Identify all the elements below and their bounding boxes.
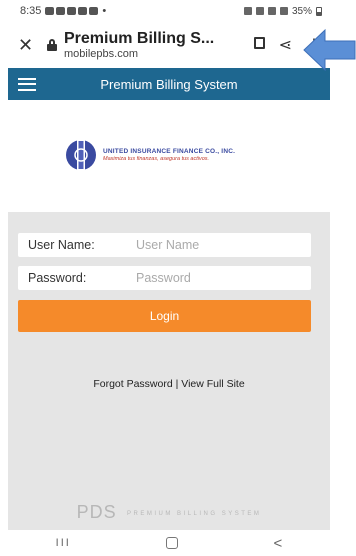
battery-percent: 35%: [291, 5, 312, 17]
status-dot: •: [102, 5, 107, 17]
back-icon[interactable]: <: [274, 535, 283, 552]
close-icon[interactable]: ✕: [18, 35, 38, 56]
password-label: Password:: [28, 271, 87, 285]
status-bar: 8:35 • 35%: [8, 0, 330, 22]
browser-toolbar: ✕ Premium Billing S... mobilepbs.com ⋖ ⋮: [8, 22, 330, 68]
links-row: Forgot Password | View Full Site: [8, 378, 330, 390]
pbs-tagline: PREMIUM BILLING SYSTEM: [127, 510, 262, 517]
password-row: Password:: [18, 266, 311, 290]
password-input[interactable]: [136, 271, 311, 285]
username-label: User Name:: [28, 238, 95, 252]
hamburger-icon[interactable]: [18, 77, 36, 91]
share-icon[interactable]: ⋖: [279, 35, 292, 55]
status-left: 8:35 •: [20, 5, 106, 17]
username-row: User Name:: [18, 233, 311, 257]
signal-icon: [279, 7, 288, 15]
view-full-site-link[interactable]: View Full Site: [181, 378, 244, 390]
login-panel: User Name: Password: Login Forgot Passwo…: [8, 212, 330, 530]
username-input[interactable]: [136, 238, 311, 252]
company-logo: UNITED INSURANCE FINANCE CO., INC. Maxim…: [63, 135, 283, 175]
notification-icon: [89, 7, 99, 15]
status-right: 35%: [243, 5, 322, 17]
site-header: Premium Billing System: [8, 68, 330, 100]
home-icon[interactable]: [166, 537, 179, 549]
notification-icon: [67, 7, 77, 15]
notification-icon: [45, 7, 55, 15]
arrow-annotation-icon: [303, 28, 356, 72]
logo-text: UNITED INSURANCE FINANCE CO., INC. Maxim…: [103, 148, 235, 162]
url-block[interactable]: Premium Billing S... mobilepbs.com: [64, 30, 240, 60]
pds-logo: PDS: [76, 502, 117, 522]
bookmark-icon[interactable]: [253, 36, 265, 54]
domain-text: mobilepbs.com: [64, 48, 138, 60]
logo-mark-icon: [66, 139, 96, 171]
bluetooth-icon: [255, 7, 264, 15]
android-nav-bar: III <: [8, 530, 330, 556]
lock-icon[interactable]: [46, 39, 58, 51]
battery-icon: [316, 6, 322, 16]
notification-icon: [78, 7, 88, 15]
login-button[interactable]: Login: [18, 300, 311, 332]
notification-icon: [56, 7, 66, 15]
footer-brand: PDS PREMIUM BILLING SYSTEM: [8, 502, 330, 523]
logo-tagline: Maximiza tus finanzas, asegura tus activ…: [103, 155, 210, 162]
recents-icon[interactable]: III: [56, 537, 71, 549]
link-separator: |: [172, 378, 182, 390]
site-title: Premium Billing System: [100, 76, 238, 92]
forgot-password-link[interactable]: Forgot Password: [93, 378, 172, 390]
page-title: Premium Billing S...: [64, 30, 215, 47]
phone-screen: 8:35 • 35% ✕ Premium Billing S... mobile…: [8, 0, 330, 556]
status-time: 8:35: [20, 5, 42, 17]
logo-company: UNITED INSURANCE FINANCE CO., INC.: [103, 147, 236, 155]
notification-icons: [45, 7, 99, 15]
wifi-icon: [267, 7, 276, 15]
alarm-icon: [243, 7, 252, 15]
